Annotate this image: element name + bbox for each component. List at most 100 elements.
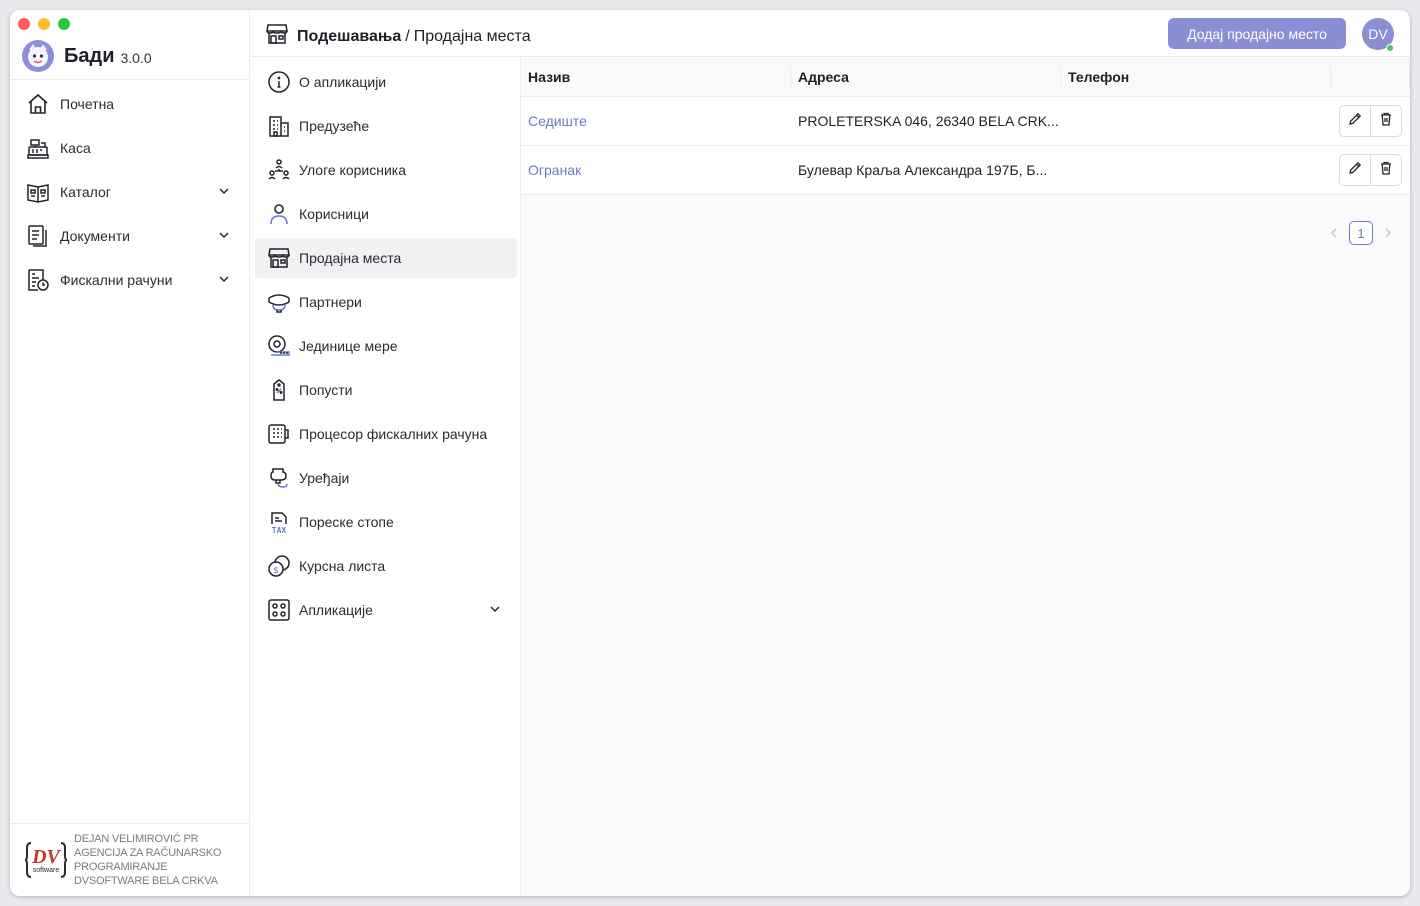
row-actions <box>1339 154 1402 186</box>
edit-button[interactable] <box>1339 154 1371 186</box>
company-line: PROGRAMIRANJE <box>74 861 168 873</box>
settings-item-label: Продајна места <box>299 250 402 266</box>
settings-item-label: Курсна листа <box>299 558 386 574</box>
company-line: AGENCIJA ZA RAČUNARSKO <box>74 847 222 859</box>
chevron-down-icon[interactable] <box>218 272 230 290</box>
next-page-button[interactable] <box>1381 221 1395 245</box>
settings-item-applications[interactable]: Апликације <box>255 590 517 630</box>
settings-item-tax-rates[interactable]: TAX Пореске стопе <box>255 502 517 542</box>
column-header-phone[interactable]: Телефон <box>1061 58 1331 96</box>
svg-text:DV: DV <box>31 846 61 868</box>
add-sales-point-button[interactable]: Додај продајно место <box>1168 18 1346 49</box>
settings-item-about[interactable]: О апликацији <box>255 62 517 102</box>
settings-nav: О апликацији Предузеће Улоге корисника К… <box>251 58 521 896</box>
apps-icon <box>265 596 293 624</box>
edit-button[interactable] <box>1339 105 1371 137</box>
measure-tape-icon <box>265 332 293 360</box>
delete-button[interactable] <box>1370 105 1402 137</box>
sales-point-address: PROLETERSKA 046, 26340 BELA CRK... <box>798 113 1059 129</box>
previous-page-button[interactable] <box>1327 221 1341 245</box>
settings-item-devices[interactable]: Уређаји <box>255 458 517 498</box>
settings-item-users[interactable]: Корисници <box>255 194 517 234</box>
page-number-button[interactable]: 1 <box>1349 221 1373 245</box>
catalog-icon <box>24 178 52 206</box>
app-name: Бади <box>64 44 115 67</box>
main-sidebar: Бади 3.0.0 Почетна Каса Каталог Документ… <box>10 10 250 896</box>
sidebar-item-label: Каса <box>60 140 91 156</box>
sidebar-item-home[interactable]: Почетна <box>10 82 250 126</box>
settings-item-sales-points[interactable]: Продајна места <box>255 238 517 278</box>
column-header-name[interactable]: Назив <box>521 58 791 96</box>
dv-software-logo: DV software <box>24 838 68 882</box>
trash-icon <box>1378 160 1394 181</box>
breadcrumb-root[interactable]: Подешавања <box>297 28 401 46</box>
info-icon <box>265 68 293 96</box>
sales-point-address: Булевар Краља Александра 197Б, Б... <box>798 162 1048 178</box>
home-icon <box>24 90 52 118</box>
app-version: 3.0.0 <box>120 50 152 66</box>
settings-item-label: Јединице мере <box>299 338 398 354</box>
settings-item-partners[interactable]: Партнери <box>255 282 517 322</box>
close-window-button[interactable] <box>18 18 30 30</box>
documents-icon <box>24 222 52 250</box>
sales-points-table-area: Назив Адреса Телефон Седиште PROLETERSKA… <box>521 58 1410 896</box>
sidebar-item-cash-register[interactable]: Каса <box>10 126 250 170</box>
settings-item-label: Попусти <box>299 382 353 398</box>
table-row: Огранак Булевар Краља Александра 197Б, Б… <box>521 146 1410 195</box>
sidebar-item-documents[interactable]: Документи <box>10 214 250 258</box>
table-row: Седиште PROLETERSKA 046, 26340 BELA CRK.… <box>521 97 1410 146</box>
column-header-address[interactable]: Адреса <box>791 58 1061 96</box>
device-icon <box>265 464 293 492</box>
settings-item-label: Пореске стопе <box>299 514 394 530</box>
settings-item-label: Корисници <box>299 206 369 222</box>
user-icon <box>265 200 293 228</box>
pencil-icon <box>1347 111 1363 132</box>
user-roles-icon <box>265 156 293 184</box>
tax-icon: TAX <box>265 508 293 536</box>
settings-item-fiscal-processor[interactable]: Процесор фискалних рачуна <box>255 414 517 454</box>
main-nav: Почетна Каса Каталог Документи Фискални … <box>10 82 250 302</box>
svg-text:$: $ <box>273 566 279 576</box>
breadcrumb: Подешавања / Продајна места <box>265 22 531 51</box>
sales-point-name-link[interactable]: Огранак <box>528 162 581 178</box>
svg-text:software: software <box>33 867 60 874</box>
sidebar-item-label: Документи <box>60 228 130 244</box>
fiscal-processor-icon <box>265 420 293 448</box>
company-line: DVSOFTWARE BELA CRKVA <box>74 875 218 887</box>
chevron-down-icon[interactable] <box>218 184 230 202</box>
store-icon <box>265 22 289 51</box>
company-footer: DV software DEJAN VELIMIROVIĆ PR AGENCIJA… <box>10 823 250 896</box>
company-info: DEJAN VELIMIROVIĆ PR AGENCIJA ZA RAČUNAR… <box>74 832 221 888</box>
settings-item-label: Уређаји <box>299 470 350 486</box>
sales-point-name-link[interactable]: Седиште <box>528 113 587 129</box>
settings-item-label: Предузеће <box>299 118 370 134</box>
app-window: Бади 3.0.0 Почетна Каса Каталог Документ… <box>10 10 1410 896</box>
chevron-down-icon[interactable] <box>489 602 501 620</box>
settings-item-label: О апликацији <box>299 74 387 90</box>
window-controls <box>18 18 70 30</box>
handshake-icon <box>265 288 293 316</box>
cash-register-icon <box>24 134 52 162</box>
settings-item-company[interactable]: Предузеће <box>255 106 517 146</box>
sidebar-item-label: Фискални рачуни <box>60 272 173 288</box>
settings-item-units[interactable]: Јединице мере <box>255 326 517 366</box>
chevron-down-icon[interactable] <box>218 228 230 246</box>
delete-button[interactable] <box>1370 154 1402 186</box>
pagination: 1 <box>1327 221 1395 245</box>
settings-item-label: Улоге корисника <box>299 162 406 178</box>
sidebar-item-catalog[interactable]: Каталог <box>10 170 250 214</box>
sidebar-item-fiscal-receipts[interactable]: Фискални рачуни <box>10 258 250 302</box>
settings-item-user-roles[interactable]: Улоге корисника <box>255 150 517 190</box>
trash-icon <box>1378 111 1394 132</box>
breadcrumb-separator: / <box>405 27 410 45</box>
fiscal-receipt-icon <box>24 266 52 294</box>
pencil-icon <box>1347 160 1363 181</box>
minimize-window-button[interactable] <box>38 18 50 30</box>
maximize-window-button[interactable] <box>58 18 70 30</box>
building-icon <box>265 112 293 140</box>
settings-item-exchange-rates[interactable]: $ Курсна листа <box>255 546 517 586</box>
divider <box>10 79 250 80</box>
svg-text:TAX: TAX <box>272 526 287 534</box>
settings-item-label: Процесор фискалних рачуна <box>299 426 488 442</box>
settings-item-discounts[interactable]: Попусти <box>255 370 517 410</box>
